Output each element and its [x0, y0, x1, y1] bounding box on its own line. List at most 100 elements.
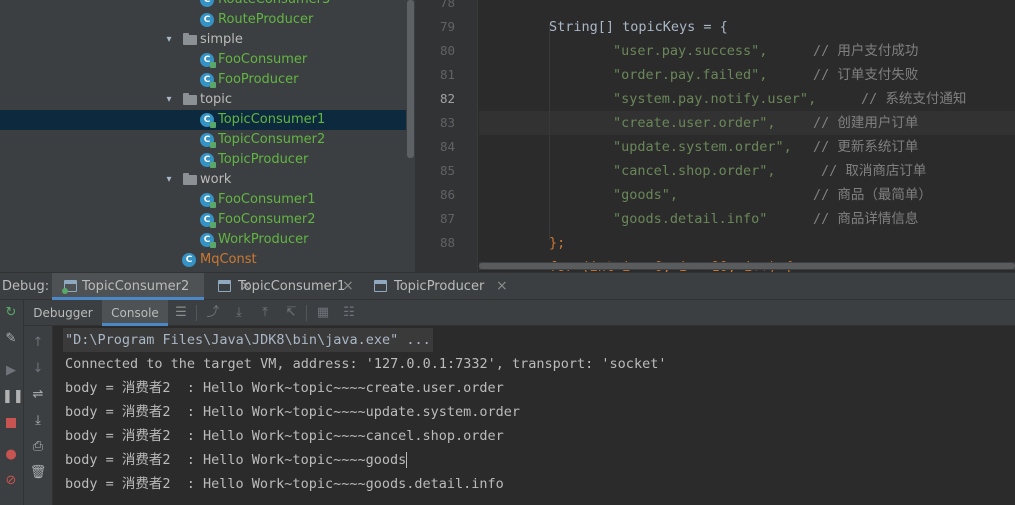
code-editor[interactable]: String[] topicKeys = { "user.pay.success… [479, 0, 1015, 272]
mute-breakpoints-icon[interactable]: ⊘ [2, 472, 20, 490]
line-number: 79 [439, 19, 455, 34]
tree-item-fooconsumer[interactable]: C FooConsumer [0, 50, 406, 70]
tab-console[interactable]: Console [102, 300, 168, 326]
tree-item-topicproducer[interactable]: C TopicProducer [0, 150, 406, 170]
step-out-icon[interactable]: ↸ [282, 304, 300, 322]
code-comment: // 用户支付成功 [813, 43, 919, 59]
editor-horizontal-scrollbar[interactable] [479, 262, 1015, 270]
tree-scrollbar[interactable] [406, 0, 415, 272]
console-side-toolbar: ↑ ↓ ⇌ ⤓ ⎙ 🗑 [24, 326, 53, 505]
line-number: 78 [439, 0, 455, 10]
editor-gutter: 78 79 80 81 82 83 84 85 86 87 88 [415, 0, 478, 272]
scroll-up-icon[interactable]: ↑ [29, 334, 47, 352]
run-config-icon [62, 280, 77, 294]
class-icon: C [200, 213, 216, 228]
code-comment: // 商品详情信息 [813, 211, 919, 227]
code-comment: // 系统支付通知 [861, 91, 967, 107]
view-breakpoints-icon[interactable]: ● [2, 446, 20, 464]
debug-sub-toolbar: Debugger Console ☰ ⤴ ⤓ ⤒ ↸ ▦ ☷ [24, 300, 1015, 326]
code-comment: // 商品（最简单） [813, 187, 932, 203]
evaluate-expression-icon[interactable]: ▦ [314, 304, 332, 322]
tree-folder-simple[interactable]: ▾ simple [0, 30, 406, 50]
code-string: "user.pay.success", [613, 43, 768, 59]
tab-topicconsumer1[interactable]: TopicConsumer1 × [208, 273, 360, 300]
code-string: "system.pay.notify.user", [613, 91, 817, 107]
console-line: Connected to the target VM, address: '12… [65, 356, 667, 372]
indent-guide [549, 24, 550, 240]
console-line: body = 消费者2 : Hello Work~topic~~~~goods [65, 452, 408, 468]
tree-item-mqconst[interactable]: C MqConst [0, 250, 406, 270]
code-comment: // 更新系统订单 [813, 139, 919, 155]
tree-item-routeproducer[interactable]: C RouteProducer [0, 10, 406, 30]
code-string: "goods.detail.info" [613, 211, 768, 227]
console-command-line: "D:\Program Files\Java\JDK8\bin\java.exe… [63, 328, 433, 352]
tree-folder-work[interactable]: ▾ work [0, 170, 406, 190]
toolbar-divider [196, 305, 197, 321]
run-config-icon [218, 280, 231, 292]
tree-item-fooproducer[interactable]: C FooProducer [0, 70, 406, 90]
code-string: "create.user.order", [613, 115, 776, 131]
trash-icon[interactable]: 🗑 [29, 464, 47, 482]
text-caret [406, 452, 408, 468]
code-comment: // 创建用户订单 [813, 115, 919, 131]
folder-icon [183, 93, 197, 105]
soft-wrap-icon[interactable]: ⇌ [29, 386, 47, 404]
run-config-icon [374, 280, 387, 292]
tab-debugger[interactable]: Debugger [28, 300, 98, 326]
tree-item-routeconsumer3[interactable]: C RouteConsumer3 [0, 0, 406, 10]
chevron-down-icon[interactable]: ▾ [163, 30, 175, 50]
class-icon: C [200, 0, 214, 7]
show-execution-point-icon[interactable]: ⤴ [204, 304, 222, 322]
tab-topicproducer[interactable]: TopicProducer × [364, 273, 514, 300]
line-number: 80 [439, 43, 455, 58]
tree-folder-topic[interactable]: ▾ topic [0, 90, 406, 110]
class-icon: C [182, 253, 196, 267]
close-icon[interactable]: × [342, 273, 354, 300]
tree-item-fooconsumer2[interactable]: C FooConsumer2 [0, 210, 406, 230]
code-line: String[] topicKeys = { [549, 19, 728, 35]
stop-icon[interactable] [2, 414, 20, 432]
folder-icon [183, 33, 197, 45]
class-icon: C [200, 233, 216, 248]
console-line: body = 消费者2 : Hello Work~topic~~~~cancel… [65, 428, 504, 444]
console-output[interactable]: "D:\Program Files\Java\JDK8\bin\java.exe… [54, 326, 1015, 505]
line-number: 81 [439, 67, 455, 82]
tree-item-topicconsumer1[interactable]: C TopicConsumer1 [0, 110, 406, 130]
resume-icon[interactable]: ▶ [2, 362, 20, 380]
chevron-down-icon[interactable]: ▾ [163, 170, 175, 190]
wrench-icon[interactable]: ✎ [2, 330, 20, 348]
line-number: 86 [439, 187, 455, 202]
step-over-icon[interactable]: ⤓ [230, 304, 248, 322]
class-icon: C [200, 53, 216, 68]
class-icon: C [200, 133, 216, 148]
line-number: 85 [439, 163, 455, 178]
line-number: 84 [439, 139, 455, 154]
toolbar-divider [306, 305, 307, 321]
rerun-icon[interactable]: ↻ [2, 304, 20, 322]
editor-scrollbar-thumb[interactable] [479, 263, 1015, 269]
step-into-icon[interactable]: ⤒ [256, 304, 274, 322]
close-icon[interactable]: × [496, 273, 508, 300]
print-icon[interactable]: ⎙ [29, 438, 47, 456]
chevron-down-icon[interactable]: ▾ [163, 90, 175, 110]
line-number-current: 82 [439, 91, 455, 106]
scroll-down-icon[interactable]: ↓ [29, 360, 47, 378]
tree-scrollbar-thumb[interactable] [407, 0, 414, 158]
console-line: body = 消费者2 : Hello Work~topic~~~~goods.… [65, 476, 504, 492]
class-icon: C [200, 13, 214, 27]
pause-icon[interactable]: ❚❚ [2, 388, 24, 406]
code-string: "order.pay.failed", [613, 67, 768, 83]
line-number: 88 [439, 235, 455, 250]
tree-item-fooconsumer1[interactable]: C FooConsumer1 [0, 190, 406, 210]
trace-icon[interactable]: ☷ [340, 304, 358, 322]
scroll-to-end-icon[interactable]: ⤓ [29, 412, 47, 430]
code-comment: // 订单支付失败 [813, 67, 919, 83]
tree-item-topicconsumer2[interactable]: C TopicConsumer2 [0, 130, 406, 150]
tree-item-workproducer[interactable]: C WorkProducer [0, 230, 406, 250]
tab-topicconsumer2[interactable]: TopicConsumer2 × [52, 273, 252, 300]
line-number: 87 [439, 211, 455, 226]
debug-label: Debug: [2, 279, 50, 294]
console-line: body = 消费者2 : Hello Work~topic~~~~create… [65, 380, 504, 396]
class-icon: C [200, 73, 216, 88]
menu-icon[interactable]: ☰ [172, 304, 190, 322]
